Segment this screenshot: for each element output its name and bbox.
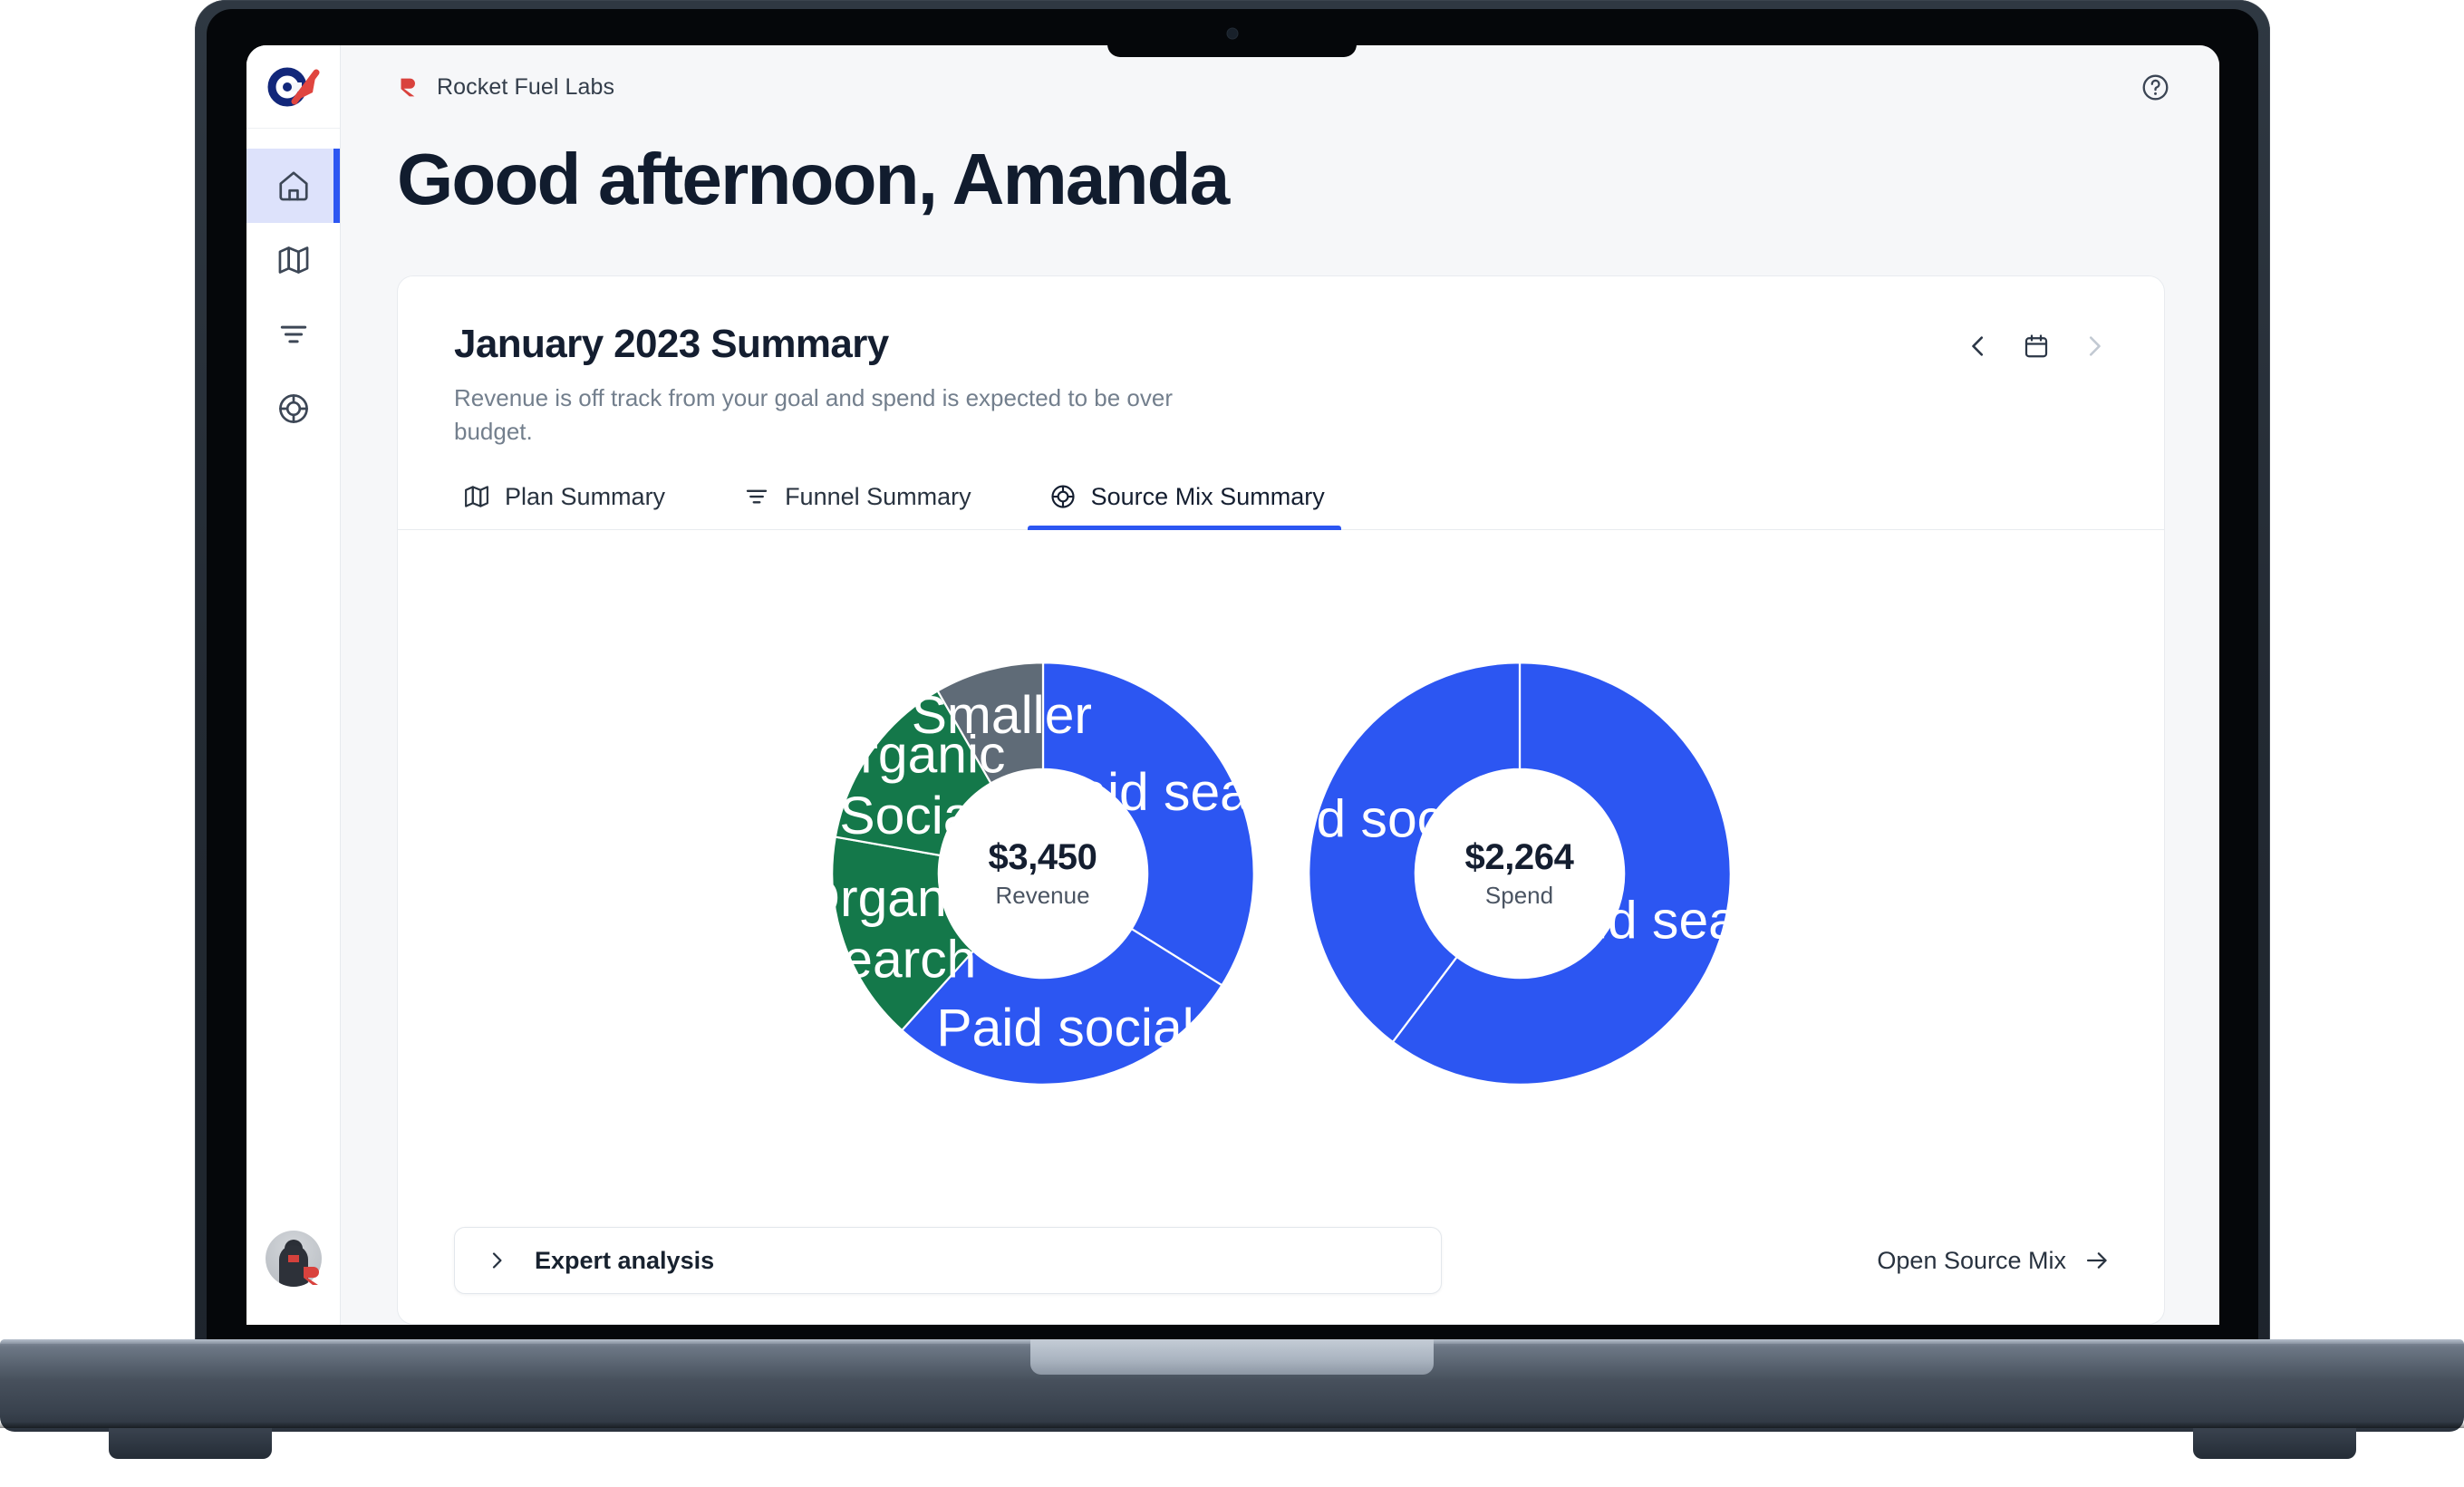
spend-donut-svg: Paid search Paid social: [1298, 661, 1742, 1086]
laptop-camera-notch: [1107, 9, 1357, 57]
calendar-picker-button[interactable]: [2021, 331, 2052, 362]
rocket-fuel-logo-icon: [401, 78, 415, 96]
tab-label: Plan Summary: [505, 482, 666, 510]
donut-slice-label: Paid search: [1531, 891, 1742, 950]
sidebar: [246, 45, 341, 1325]
calendar-icon: [2024, 334, 2048, 358]
chevron-right-icon: [492, 1252, 502, 1269]
chart-area: Paid searchPaid socialOrganicSearchOrgan…: [398, 530, 2164, 1197]
laptop-foot-left: [109, 1428, 272, 1459]
sidebar-nav: [246, 149, 340, 446]
spend-donut-chart[interactable]: Paid searchPaid social $2,264 Spend: [1298, 652, 1742, 1096]
rocket-fuel-badge-icon: [303, 1267, 319, 1285]
next-period-button[interactable]: [2079, 331, 2110, 362]
map-icon: [278, 246, 308, 274]
sidebar-item-funnel[interactable]: [246, 297, 340, 372]
base-shadow: [0, 1422, 2464, 1428]
donut-slice-label: Paid social: [936, 999, 1193, 1057]
help-button[interactable]: [2136, 68, 2174, 106]
funnel-icon: [746, 489, 768, 504]
sidebar-brand[interactable]: [246, 45, 340, 129]
card-footer: Expert analysis Open Source Mix: [398, 1197, 2164, 1324]
target-icon: [1051, 485, 1075, 508]
help-circle-icon: [2142, 74, 2168, 100]
org-name: Rocket Fuel Labs: [437, 73, 615, 100]
tab-source-mix-summary[interactable]: Source Mix Summary: [1027, 482, 1354, 530]
topbar: Rocket Fuel Labs: [341, 45, 2219, 129]
funnel-icon: [280, 325, 306, 343]
tab-label: Source Mix Summary: [1090, 482, 1325, 510]
sidebar-item-source-mix[interactable]: [246, 372, 340, 446]
home-icon: [278, 171, 308, 201]
card-tabs: Plan Summary Funnel Summary Source Mix S…: [398, 483, 2164, 530]
laptop-base: [0, 1339, 2464, 1432]
tab-label: Funnel Summary: [785, 482, 971, 510]
screenshot-stage: Rocket Fuel Labs Good afternoon, Amanda: [0, 0, 2464, 1487]
expert-analysis-label: Expert analysis: [535, 1246, 715, 1274]
chevron-left-icon: [1972, 336, 1984, 356]
summary-card: January 2023 Summary Revenue is off trac…: [397, 275, 2165, 1325]
open-source-mix-button[interactable]: Open Source Mix: [1877, 1247, 2110, 1275]
map-icon: [465, 486, 488, 507]
base-lip: [1030, 1339, 1434, 1375]
card-header: January 2023 Summary Revenue is off trac…: [398, 276, 2164, 449]
card-title: January 2023 Summary: [454, 322, 889, 366]
chevron-right-icon: [2089, 336, 2101, 356]
tab-funnel-summary[interactable]: Funnel Summary: [734, 483, 1000, 529]
laptop-foot-right: [2193, 1428, 2356, 1459]
donut-slice-label: Paid search: [1042, 763, 1265, 822]
content-column: Rocket Fuel Labs Good afternoon, Amanda: [341, 45, 2219, 1325]
donut-slice-label: Smaller: [911, 686, 1091, 745]
target-icon: [278, 394, 308, 423]
open-source-mix-label: Open Source Mix: [1877, 1246, 2066, 1274]
sidebar-item-plan[interactable]: [246, 223, 340, 297]
org-identity[interactable]: Rocket Fuel Labs: [397, 74, 614, 101]
revenue-donut-svg: Paid searchPaid socialOrganicSearchOrgan…: [821, 661, 1265, 1086]
date-navigation: [1963, 322, 2110, 362]
tab-plan-summary[interactable]: Plan Summary: [454, 483, 694, 529]
prev-period-button[interactable]: [1963, 331, 1994, 362]
camera-icon: [1227, 28, 1237, 38]
laptop-screen: Rocket Fuel Labs Good afternoon, Amanda: [246, 45, 2219, 1325]
donut-slices: [1307, 661, 1732, 1086]
card-subtitle: Revenue is off track from your goal and …: [454, 384, 1173, 445]
page-title: Good afternoon, Amanda: [397, 139, 1230, 219]
card-header-text: January 2023 Summary Revenue is off trac…: [454, 322, 1963, 449]
expert-analysis-accordion[interactable]: Expert analysis: [454, 1227, 1442, 1294]
arrow-right-icon: [2086, 1252, 2107, 1269]
revenue-donut-chart[interactable]: Paid searchPaid socialOrganicSearchOrgan…: [821, 652, 1265, 1096]
application-window: Rocket Fuel Labs Good afternoon, Amanda: [246, 45, 2219, 1325]
user-avatar[interactable]: [265, 1231, 322, 1287]
sidebar-item-home[interactable]: [246, 149, 340, 223]
donut-slice-label: Paid social: [1298, 789, 1497, 848]
cx-logo-icon: [267, 67, 319, 106]
